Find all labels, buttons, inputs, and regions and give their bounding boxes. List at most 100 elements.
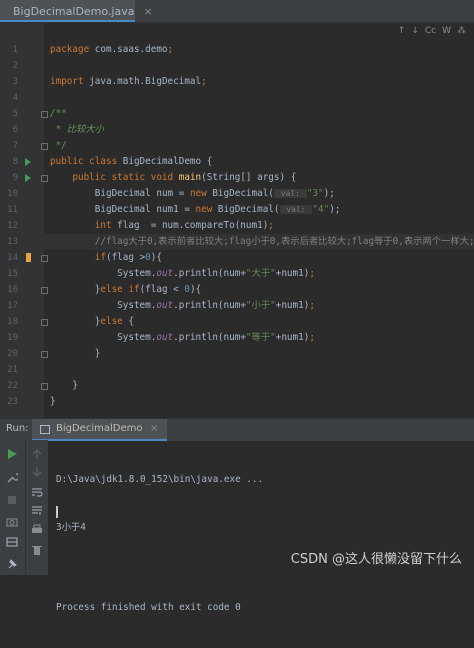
- code-token: "大于": [245, 268, 276, 279]
- code-token: public static void: [50, 172, 179, 183]
- code-editor[interactable]: ↑ ↓ Cc W ⁂ 1 package com.saas.demo; 2 3 impo…: [0, 23, 474, 418]
- run-gutter-icon[interactable]: [25, 174, 31, 182]
- code-line[interactable]: 16 }else if(flag < 0){: [0, 282, 474, 298]
- stop-icon[interactable]: [6, 494, 18, 506]
- code-line[interactable]: 3 import java.math.BigDecimal;: [0, 74, 474, 90]
- fold-marker-icon[interactable]: [41, 143, 48, 150]
- console-output[interactable]: D:\Java\jdk1.8.0_152\bin\java.exe ... 3小…: [56, 440, 263, 648]
- editor-find-toolbar: ↑ ↓ Cc W ⁂: [374, 23, 474, 39]
- code-line[interactable]: 15 System.out.println(num+"大于"+num1);: [0, 266, 474, 282]
- code-token: ;: [309, 332, 315, 343]
- code-token: * 比较大小: [50, 124, 104, 135]
- match-case-icon[interactable]: Cc: [425, 26, 436, 36]
- code-line[interactable]: 11 BigDecimal num1 = new BigDecimal( val…: [0, 202, 474, 218]
- down-arrow-icon[interactable]: [31, 466, 43, 478]
- code-token: (flag <: [139, 284, 185, 295]
- code-line[interactable]: 12 int flag = num.compareTo(num1);: [0, 218, 474, 234]
- line-number: 21: [7, 365, 18, 375]
- code-token: ;: [201, 76, 207, 87]
- code-line[interactable]: 20 }: [0, 346, 474, 362]
- next-occurrence-icon[interactable]: ↓: [411, 26, 419, 36]
- code-line[interactable]: 2: [0, 58, 474, 74]
- code-text: System.out.println(num+"小于"+num1);: [50, 298, 315, 314]
- code-line[interactable]: 21: [0, 362, 474, 378]
- code-line[interactable]: 18 }else {: [0, 314, 474, 330]
- code-token: .println(num+: [173, 300, 246, 311]
- code-token: +num1): [275, 332, 310, 343]
- run-tool-window: Run: BigDecimalDemo × D:\Java\jdk1.8.0_1…: [0, 418, 474, 613]
- code-line[interactable]: 5 /**: [0, 106, 474, 122]
- console-line-exit: Process finished with exit code 0: [56, 602, 241, 613]
- code-token: int: [50, 220, 118, 231]
- code-token: "等于": [245, 332, 276, 343]
- fold-marker-icon[interactable]: [41, 287, 48, 294]
- close-tab-icon[interactable]: ×: [143, 5, 152, 18]
- code-token: }: [50, 348, 101, 359]
- code-token: +num1): [275, 268, 310, 279]
- wrench-icon[interactable]: [6, 472, 18, 484]
- code-text: System.out.println(num+"等于"+num1);: [50, 330, 315, 346]
- code-token: */: [50, 140, 67, 151]
- code-text: }else {: [50, 314, 134, 330]
- code-token: else if: [100, 284, 140, 295]
- run-gutter-icon[interactable]: [25, 158, 31, 166]
- scroll-to-end-icon[interactable]: [31, 504, 43, 516]
- fold-marker-icon[interactable]: [41, 351, 48, 358]
- whole-words-icon[interactable]: W: [442, 26, 451, 36]
- code-token: ;: [268, 220, 274, 231]
- bookmark-icon[interactable]: [26, 253, 31, 262]
- soft-wrap-icon[interactable]: [31, 486, 43, 498]
- run-toolbar-primary: [0, 440, 25, 575]
- code-line[interactable]: 19 System.out.println(num+"等于"+num1);: [0, 330, 474, 346]
- print-icon[interactable]: [31, 524, 43, 536]
- fold-marker-icon[interactable]: [41, 255, 48, 262]
- layout-icon[interactable]: [6, 536, 18, 548]
- code-line[interactable]: 14 if(flag >0){: [0, 250, 474, 266]
- code-text: /**: [50, 106, 67, 122]
- fold-marker-icon[interactable]: [41, 319, 48, 326]
- code-token: }: [50, 316, 101, 327]
- code-token: );: [323, 188, 335, 199]
- run-tab-bigdecimaldemo[interactable]: BigDecimalDemo ×: [32, 419, 167, 441]
- code-token: else: [100, 316, 129, 327]
- code-line[interactable]: 8 public class BigDecimalDemo {: [0, 154, 474, 170]
- up-arrow-icon[interactable]: [31, 448, 43, 460]
- code-text: BigDecimal num = new BigDecimal( val: "3…: [50, 186, 335, 202]
- code-line[interactable]: 22 }: [0, 378, 474, 394]
- code-line[interactable]: 9 public static void main(String[] args)…: [0, 170, 474, 186]
- fold-marker-icon[interactable]: [41, 383, 48, 390]
- code-line[interactable]: 7 */: [0, 138, 474, 154]
- line-number: 22: [7, 381, 18, 391]
- run-panel-header: Run: BigDecimalDemo ×: [0, 418, 474, 441]
- code-text: }else if(flag < 0){: [50, 282, 201, 298]
- close-run-tab-icon[interactable]: ×: [150, 423, 158, 434]
- watermark: CSDN @这人很懒没留下什么: [290, 552, 462, 567]
- code-token: {: [128, 316, 134, 327]
- code-line[interactable]: 1 package com.saas.demo;: [0, 42, 474, 58]
- code-text: package com.saas.demo;: [50, 42, 173, 58]
- code-token: .println(num+: [173, 332, 246, 343]
- code-line[interactable]: 10 BigDecimal num = new BigDecimal( val:…: [0, 186, 474, 202]
- rerun-icon[interactable]: [6, 448, 18, 460]
- camera-icon[interactable]: [6, 516, 18, 528]
- code-token: /**: [50, 108, 67, 119]
- tab-bigdecimaldemo-java[interactable]: BigDecimalDemo.java ×: [0, 0, 153, 22]
- code-line[interactable]: 4: [0, 90, 474, 106]
- pin-icon[interactable]: [6, 558, 18, 570]
- code-token: import: [50, 76, 90, 87]
- line-number: 20: [7, 349, 18, 359]
- regex-icon[interactable]: ⁂: [457, 26, 466, 36]
- fold-marker-icon[interactable]: [41, 175, 48, 182]
- code-line[interactable]: 23}: [0, 394, 474, 410]
- prev-occurrence-icon[interactable]: ↑: [398, 26, 406, 36]
- fold-marker-icon[interactable]: [41, 111, 48, 118]
- trash-icon[interactable]: [31, 544, 43, 556]
- code-token: flag = num.compareTo(num1): [117, 220, 269, 231]
- code-text: }: [50, 346, 101, 362]
- code-line[interactable]: 13 //flag大于0,表示前者比较大;flag小于0,表示后者比较大;fla…: [0, 234, 474, 250]
- line-number: 16: [7, 285, 18, 295]
- code-text: public class BigDecimalDemo {: [50, 154, 212, 170]
- code-line[interactable]: 6 * 比较大小: [0, 122, 474, 138]
- code-line[interactable]: 17 System.out.println(num+"小于"+num1);: [0, 298, 474, 314]
- code-token: }: [50, 380, 78, 391]
